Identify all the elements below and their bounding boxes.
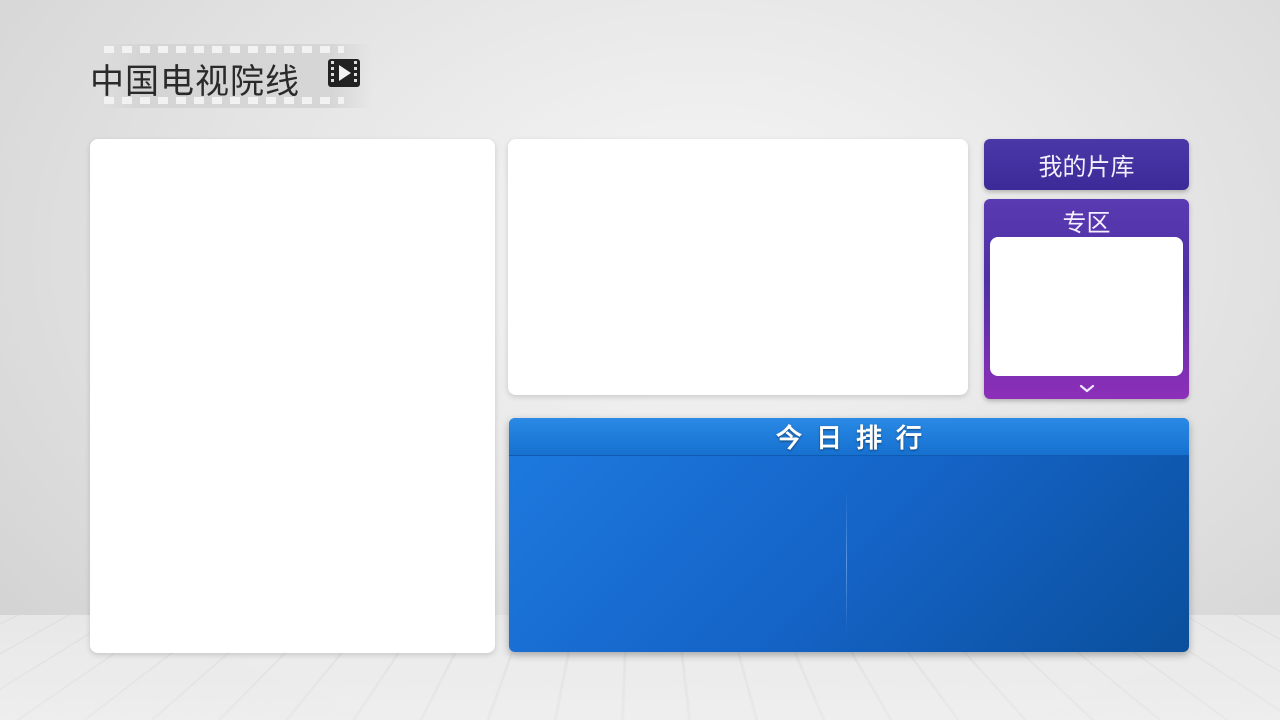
zone-content-area[interactable] [990,237,1183,376]
ranking-column-divider [846,490,847,635]
filmstrip-holes-top [104,46,344,53]
chevron-down-icon[interactable] [984,381,1189,397]
app-logo: 中国电视院线 [70,40,372,112]
app-title: 中国电视院线 [90,62,300,102]
my-library-label: 我的片库 [1038,153,1135,181]
zone-title: 专区 [1062,209,1111,237]
ranking-title: 今日排行 [775,424,936,454]
ranking-header: 今日排行 [509,418,1189,456]
zone-tile[interactable]: 专区 [984,199,1189,399]
recommend-tile[interactable] [508,139,968,395]
today-ranking-panel[interactable]: 今日排行 [509,418,1189,652]
featured-poster-tile[interactable] [90,139,495,653]
film-play-icon [326,56,362,90]
my-library-button[interactable]: 我的片库 [984,139,1189,190]
